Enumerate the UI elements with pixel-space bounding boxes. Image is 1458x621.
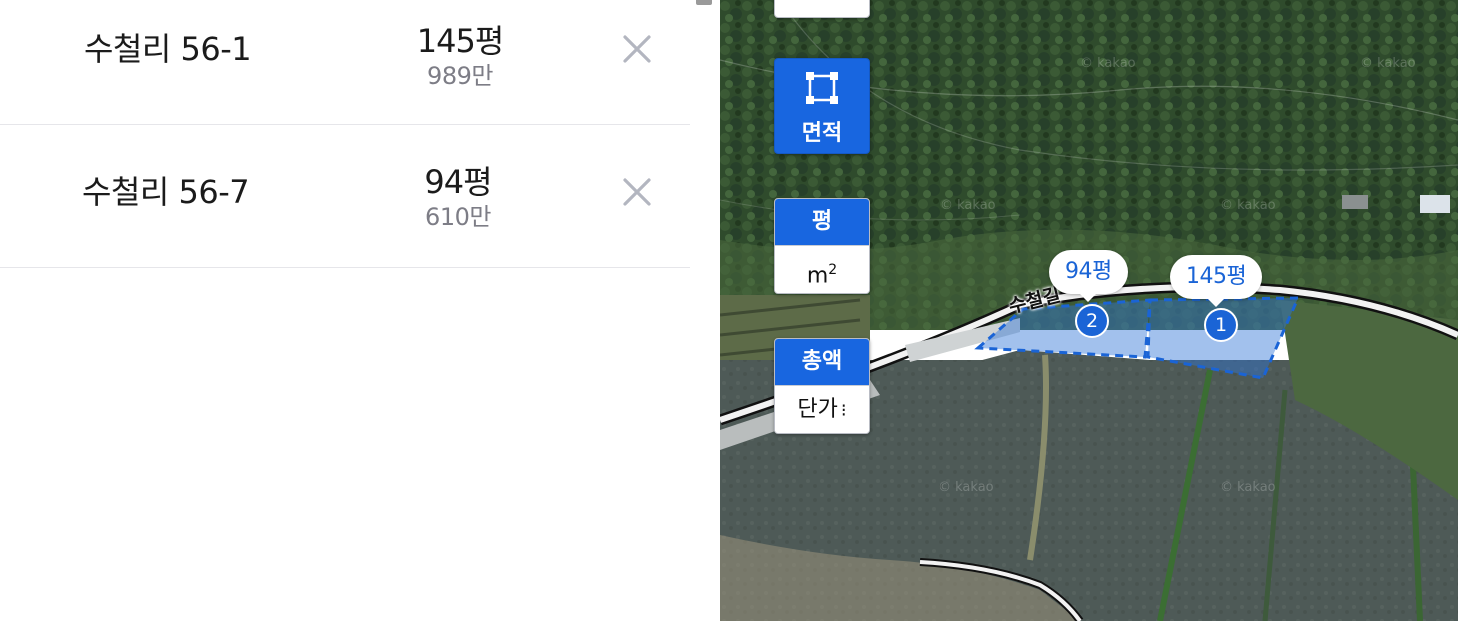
parcel-address: 수철리 56-1	[84, 30, 252, 68]
parcel-address: 수철리 56-7	[82, 173, 250, 211]
unit-option-sqm[interactable]: m2	[775, 245, 869, 293]
map-watermark: © kakao	[1220, 480, 1276, 495]
price-toggle[interactable]: 총액 단가 ⁝	[774, 338, 870, 434]
map-tool-button[interactable]	[774, 0, 870, 18]
parcel-number-marker[interactable]: 1	[1204, 308, 1238, 342]
satellite-map[interactable]: © kakao © kakao © kakao © kakao © kakao …	[720, 0, 1458, 621]
parcel-row-2[interactable]: 수철리 56-7 94평 610만	[0, 125, 690, 268]
price-option-unit[interactable]: 단가 ⁝	[775, 385, 869, 433]
close-icon	[623, 178, 651, 206]
area-select-icon	[806, 72, 838, 104]
parcel-list-panel: 수철리 56-1 145평 989만 수철리 56-7 94평 610만	[0, 0, 690, 621]
unit-option-pyeong[interactable]: 평	[775, 199, 869, 245]
parcel-number-marker[interactable]: 2	[1075, 304, 1109, 338]
panel-gutter	[690, 0, 720, 621]
parcel-price: 610만	[425, 203, 491, 231]
area-measure-button[interactable]: 면적	[774, 58, 870, 154]
parcel-row-1[interactable]: 수철리 56-1 145평 989만	[0, 0, 690, 125]
price-option-total[interactable]: 총액	[775, 339, 869, 385]
remove-parcel-button[interactable]	[620, 175, 654, 209]
remove-parcel-button[interactable]	[620, 32, 654, 66]
map-watermark: © kakao	[1360, 56, 1416, 71]
unit-toggle[interactable]: 평 m2	[774, 198, 870, 294]
map-watermark: © kakao	[1080, 56, 1136, 71]
map-watermark: © kakao	[1220, 198, 1276, 213]
map-watermark: © kakao	[938, 480, 994, 495]
parcel-price: 989만	[427, 62, 493, 90]
close-icon	[623, 35, 651, 63]
area-measure-label: 면적	[801, 121, 843, 146]
parcel-area-bubble[interactable]: 145평	[1170, 255, 1263, 307]
parcel-area-bubble[interactable]: 94평	[1049, 250, 1128, 302]
map-watermark: © kakao	[940, 198, 996, 213]
more-icon: ⁝	[840, 400, 847, 421]
scrollbar-thumb[interactable]	[696, 0, 712, 5]
